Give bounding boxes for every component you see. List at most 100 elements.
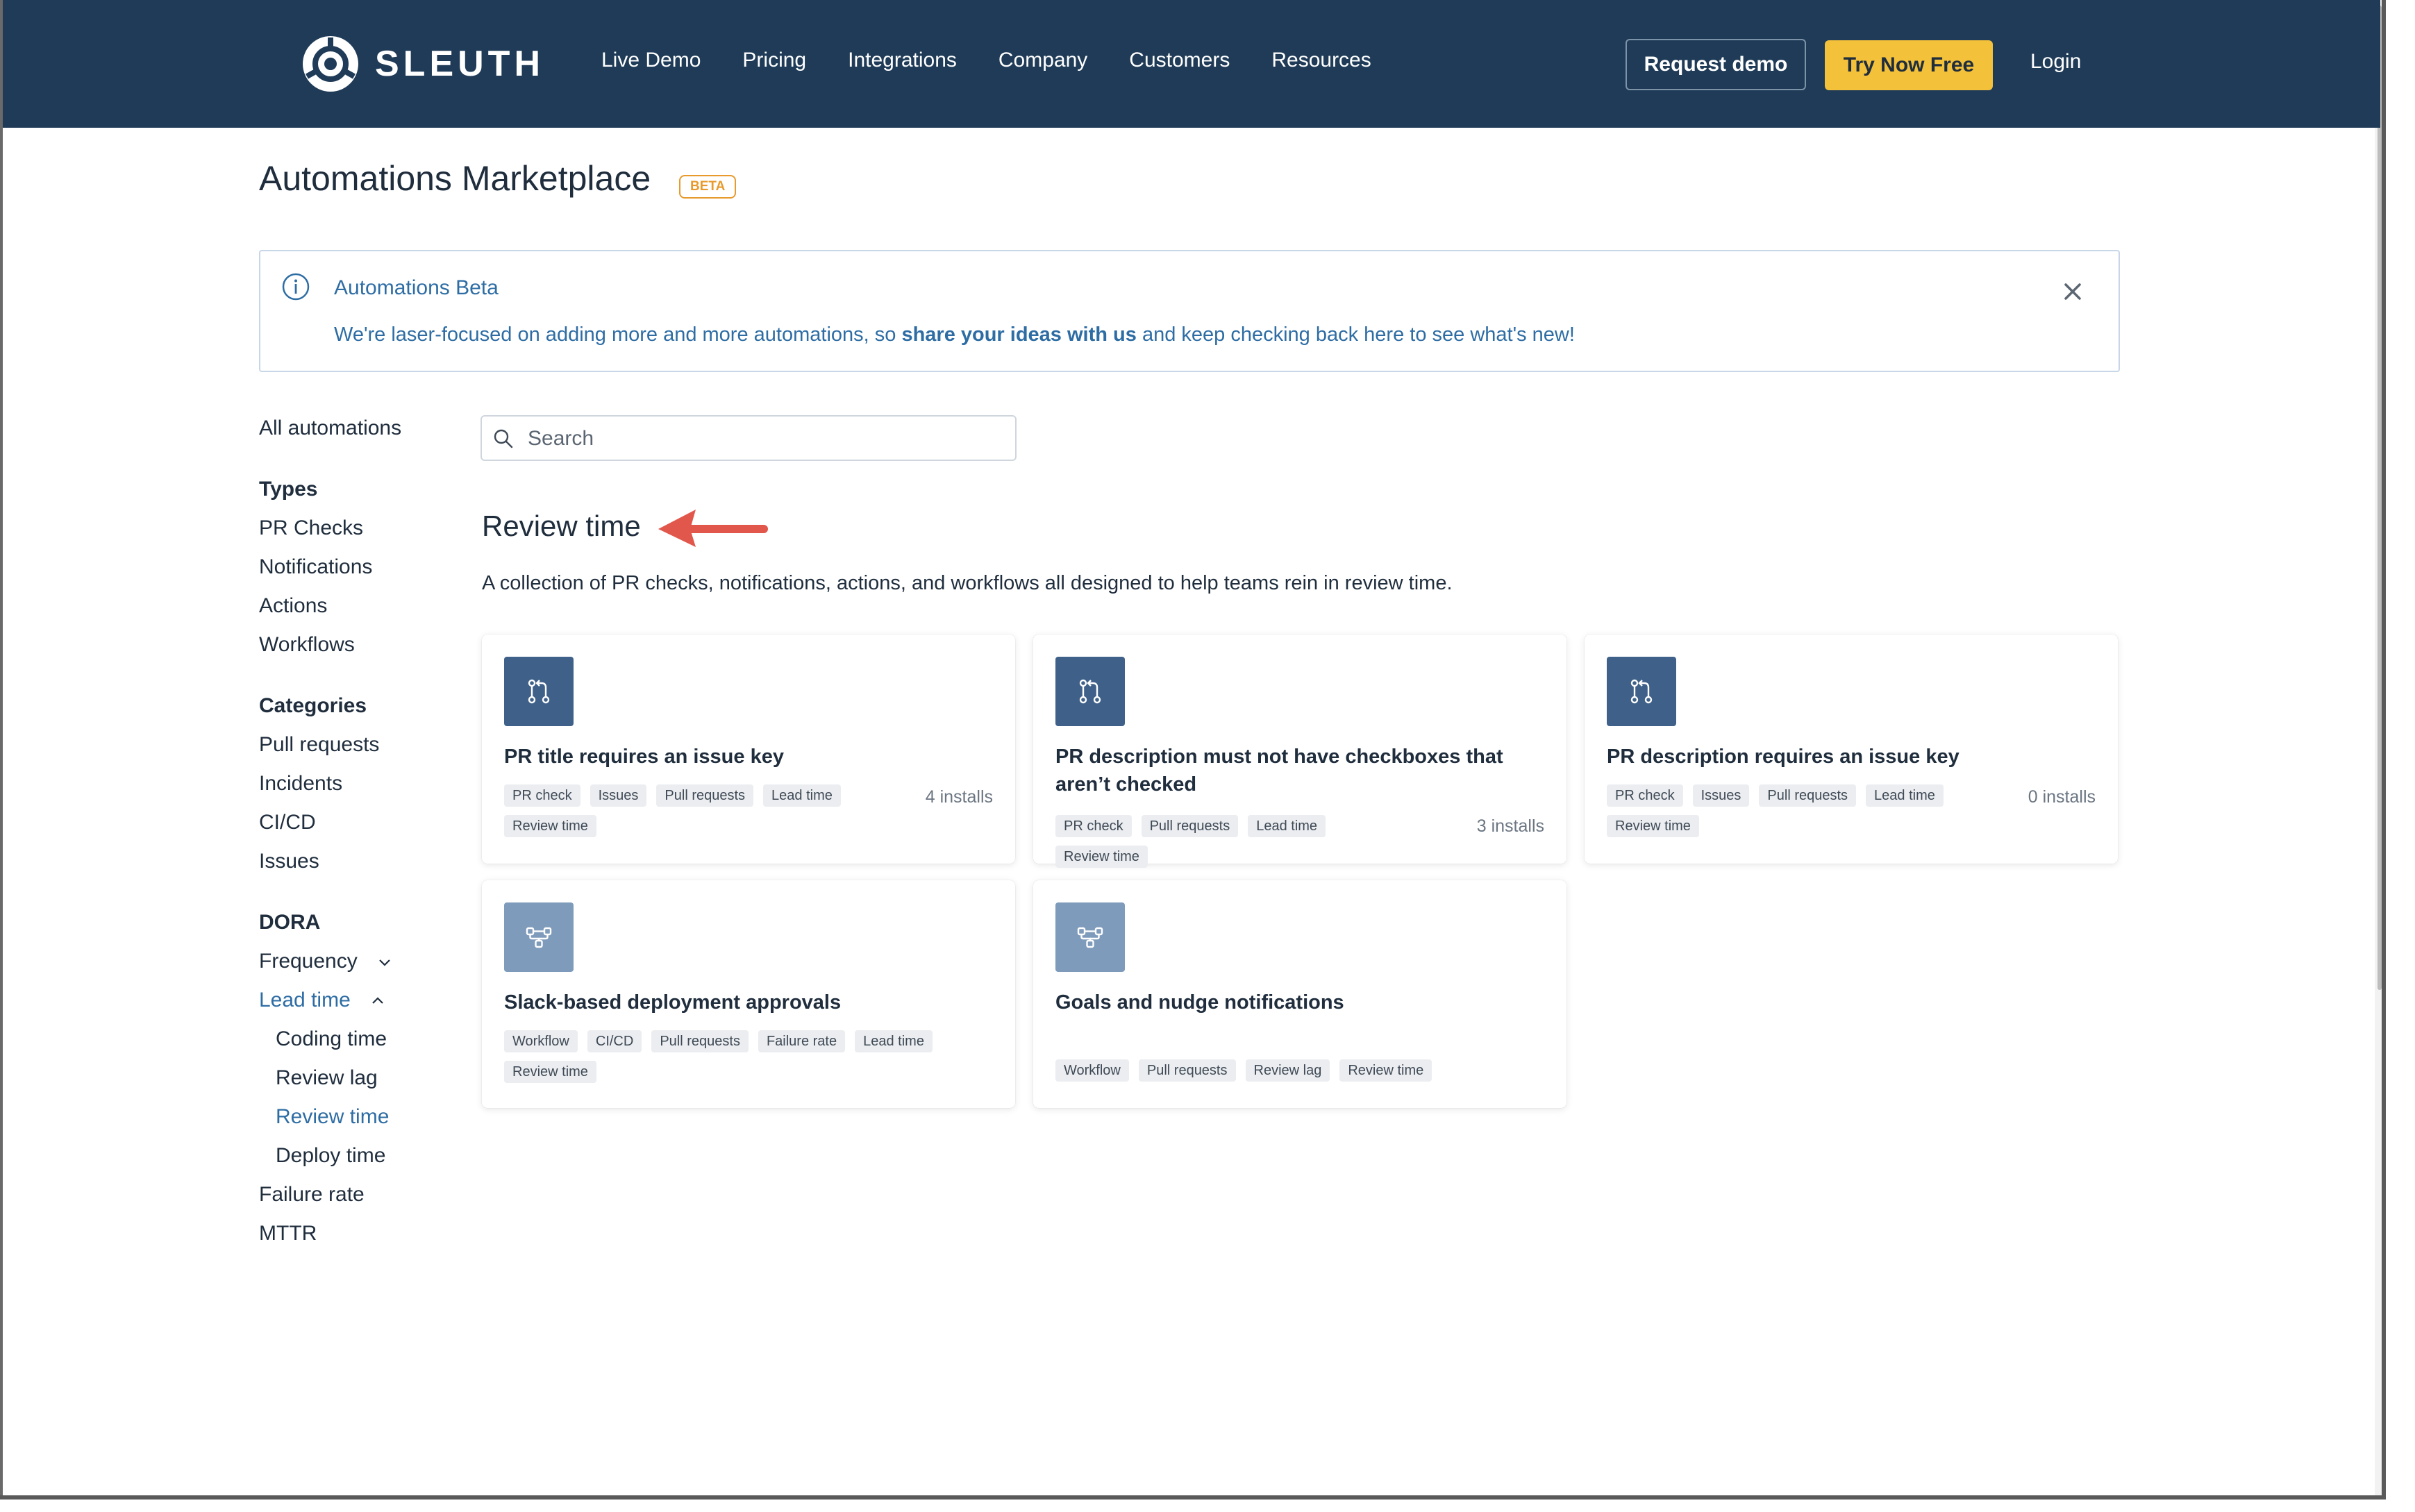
login-link[interactable]: Login <box>2030 50 2081 74</box>
sidebar-heading-dora: DORA <box>259 911 321 934</box>
search-input[interactable] <box>526 417 1008 461</box>
automation-card[interactable]: PR description requires an issue key PR … <box>1585 635 2118 864</box>
sidebar-item-pr-checks[interactable]: PR Checks <box>259 516 363 540</box>
card-tags: PR check Issues Pull requests Lead time … <box>1607 784 1968 837</box>
tag: Workflow <box>1055 1059 1129 1082</box>
banner-message: We're laser-focused on adding more and m… <box>334 324 1575 346</box>
section-description: A collection of PR checks, notifications… <box>482 572 1453 594</box>
window-edge-right <box>2382 0 2386 1500</box>
sidebar-item-actions[interactable]: Actions <box>259 594 327 618</box>
window-frame-left <box>0 0 3 1500</box>
card-title: PR description must not have checkboxes … <box>1055 746 1503 796</box>
sidebar-item-review-time[interactable]: Review time <box>276 1105 389 1129</box>
sidebar-item-mttr[interactable]: MTTR <box>259 1222 317 1245</box>
automation-card[interactable]: Goals and nudge notifications Workflow P… <box>1033 880 1566 1108</box>
window-edge-bottom <box>0 1495 2386 1500</box>
tag: PR check <box>1607 784 1683 807</box>
nav-company[interactable]: Company <box>998 49 1087 72</box>
card-tags: Workflow CI/CD Pull requests Failure rat… <box>504 1030 990 1083</box>
sleuth-logo[interactable]: SLEUTH <box>301 35 544 93</box>
tag: Pull requests <box>1138 1059 1236 1082</box>
info-banner: Automations Beta We're laser-focused on … <box>259 250 2120 372</box>
window-frame-right <box>2386 0 2415 1512</box>
tag: Review lag <box>1245 1059 1330 1082</box>
card-tags: PR check Pull requests Lead time Review … <box>1055 815 1417 868</box>
card-tags: PR check Issues Pull requests Lead time … <box>504 784 865 837</box>
scrollbar-thumb[interactable] <box>2378 6 2382 990</box>
workflow-icon <box>1055 902 1125 972</box>
card-title: PR title requires an issue key <box>504 746 784 768</box>
nav-pricing[interactable]: Pricing <box>742 49 806 72</box>
install-count: 0 installs <box>2028 787 2096 807</box>
sidebar-item-incidents[interactable]: Incidents <box>259 772 342 796</box>
search-box <box>481 415 1017 461</box>
request-demo-button[interactable]: Request demo <box>1626 39 1806 90</box>
sidebar-item-review-lag[interactable]: Review lag <box>276 1066 378 1090</box>
close-icon[interactable] <box>2059 278 2087 305</box>
nav-integrations[interactable]: Integrations <box>848 49 957 72</box>
banner-title: Automations Beta <box>334 276 499 299</box>
install-count: 4 installs <box>925 787 993 807</box>
sidebar-item-issues[interactable]: Issues <box>259 850 319 873</box>
main-nav: Live Demo Pricing Integrations Company C… <box>601 49 1371 72</box>
top-navigation: SLEUTH Live Demo Pricing Integrations Co… <box>3 0 2380 128</box>
sidebar-item-coding-time[interactable]: Coding time <box>276 1027 387 1051</box>
nav-resources[interactable]: Resources <box>1271 49 1371 72</box>
sidebar-item-notifications[interactable]: Notifications <box>259 555 372 579</box>
tag: Lead time <box>763 784 841 807</box>
tag: Pull requests <box>656 784 754 807</box>
tag: Review time <box>504 815 596 837</box>
pull-request-icon <box>504 657 574 726</box>
sidebar-heading-types: Types <box>259 478 318 501</box>
automation-card[interactable]: Slack-based deployment approvals Workflo… <box>482 880 1015 1108</box>
share-ideas-link[interactable]: share your ideas with us <box>901 324 1136 346</box>
banner-text-before: We're laser-focused on adding more and m… <box>334 324 902 346</box>
chevron-up-icon <box>372 997 383 1004</box>
tag: PR check <box>504 784 580 807</box>
sidebar-item-deploy-time[interactable]: Deploy time <box>276 1144 385 1168</box>
tag: Issues <box>590 784 647 807</box>
workflow-icon <box>504 902 574 972</box>
beta-badge: BETA <box>679 175 737 199</box>
sidebar-item-lead-time[interactable]: Lead time <box>259 989 385 1012</box>
tag: Pull requests <box>1141 815 1239 837</box>
pull-request-icon <box>1055 657 1125 726</box>
card-title: PR description requires an issue key <box>1607 746 1959 768</box>
annotation-arrow-icon <box>658 510 768 547</box>
automation-card[interactable]: PR title requires an issue key PR check … <box>482 635 1015 864</box>
try-now-free-button[interactable]: Try Now Free <box>1825 40 1993 90</box>
sidebar-item-frequency[interactable]: Frequency <box>259 950 392 973</box>
nav-live-demo[interactable]: Live Demo <box>601 49 701 72</box>
sidebar-item-workflows[interactable]: Workflows <box>259 633 355 657</box>
sidebar-item-ci-cd[interactable]: CI/CD <box>259 811 316 834</box>
chevron-down-icon <box>379 959 390 966</box>
automation-card[interactable]: PR description must not have checkboxes … <box>1033 635 1566 868</box>
page-title: Automations Marketplace <box>259 159 651 198</box>
info-icon <box>282 273 310 301</box>
card-tags: Workflow Pull requests Review lag Review… <box>1055 1059 1541 1082</box>
tag: Issues <box>1692 784 1750 807</box>
sidebar-all-automations[interactable]: All automations <box>259 417 401 440</box>
tag: Review time <box>1607 815 1699 837</box>
pull-request-icon <box>1607 657 1676 726</box>
sidebar-item-failure-rate[interactable]: Failure rate <box>259 1183 365 1207</box>
logo-text: SLEUTH <box>375 44 544 84</box>
tag: Failure rate <box>758 1030 846 1052</box>
tag: PR check <box>1055 815 1132 837</box>
tag: Lead time <box>1866 784 1944 807</box>
tag: Lead time <box>855 1030 933 1052</box>
tag: Lead time <box>1248 815 1326 837</box>
sidebar-heading-categories: Categories <box>259 694 367 717</box>
sidebar-item-lead-time-label: Lead time <box>259 989 351 1011</box>
tag: Review time <box>1055 846 1148 868</box>
sidebar-item-frequency-label: Frequency <box>259 950 358 973</box>
sidebar-item-pull-requests[interactable]: Pull requests <box>259 733 379 757</box>
tag: Pull requests <box>1759 784 1857 807</box>
tag: Review time <box>504 1061 596 1083</box>
tag: CI/CD <box>587 1030 642 1052</box>
tag: Workflow <box>504 1030 578 1052</box>
banner-text-after: and keep checking back here to see what'… <box>1136 324 1575 346</box>
nav-customers[interactable]: Customers <box>1129 49 1230 72</box>
install-count: 3 installs <box>1476 816 1544 836</box>
tag: Pull requests <box>651 1030 749 1052</box>
